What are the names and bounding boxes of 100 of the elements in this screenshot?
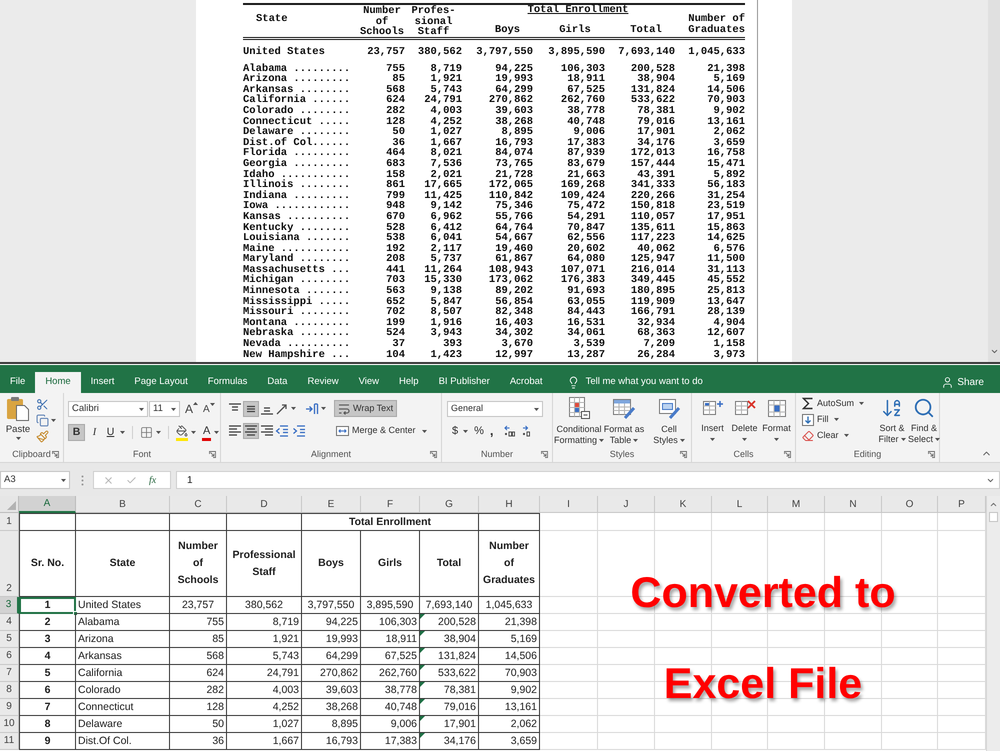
dialog-launcher-icon[interactable]: [784, 451, 791, 458]
font-color-button[interactable]: A: [202, 424, 212, 440]
dialog-launcher-icon[interactable]: [541, 451, 548, 458]
column-heading-cell[interactable]: Total: [420, 531, 479, 597]
table-cell[interactable]: 200,528: [420, 614, 479, 631]
chevron-up-icon[interactable]: [989, 500, 998, 509]
ribbon-tab[interactable]: Acrobat: [500, 372, 553, 393]
table-cell[interactable]: 624: [170, 665, 227, 682]
diagonal-arrow-icon[interactable]: [275, 402, 289, 416]
table-cell[interactable]: 7: [19, 699, 76, 716]
table-cell[interactable]: 4: [19, 648, 76, 665]
table-cell[interactable]: 262,760: [361, 665, 420, 682]
ribbon-tab[interactable]: Insert: [80, 372, 124, 393]
row-header[interactable]: 4: [0, 614, 19, 631]
paste-button[interactable]: Paste: [3, 396, 33, 447]
ribbon-button[interactable]: Conditional Formatting: [557, 396, 601, 447]
table-cell[interactable]: Arkansas: [76, 648, 170, 665]
ribbon-tab[interactable]: File: [0, 372, 36, 393]
dialog-launcher-icon[interactable]: [680, 451, 687, 458]
table-cell[interactable]: 39,603: [302, 682, 361, 699]
error-indicator-icon[interactable]: [420, 614, 425, 619]
check-icon[interactable]: [126, 474, 137, 486]
ribbon-button[interactable]: Format: [761, 397, 792, 447]
indent-icon[interactable]: [292, 424, 306, 438]
table-cell[interactable]: 1,921: [227, 631, 302, 648]
fill-handle[interactable]: [73, 611, 78, 616]
decrease-decimal-icon[interactable]: [522, 425, 533, 437]
column-header[interactable]: M: [768, 496, 825, 513]
table-cell[interactable]: Delaware: [76, 716, 170, 733]
font-size-dropdown[interactable]: 11: [149, 401, 180, 417]
ribbon-button[interactable]: Clear: [802, 429, 876, 442]
column-header[interactable]: F: [361, 496, 420, 513]
table-cell[interactable]: 1: [19, 597, 76, 614]
dialog-launcher-icon[interactable]: [52, 451, 59, 458]
table-cell[interactable]: 24,791: [227, 665, 302, 682]
row-header[interactable]: 7: [0, 665, 19, 682]
table-cell[interactable]: 6: [19, 682, 76, 699]
table-cell[interactable]: 9: [19, 733, 76, 750]
error-indicator-icon[interactable]: [420, 733, 425, 738]
formula-input[interactable]: 1: [176, 471, 1000, 489]
table-cell[interactable]: 8,895: [302, 716, 361, 733]
merged-cell[interactable]: Total Enrollment: [302, 513, 479, 531]
row-header[interactable]: 2: [0, 531, 19, 597]
ribbon-button[interactable]: Delete: [729, 397, 760, 447]
error-indicator-icon[interactable]: [420, 631, 425, 636]
vertical-align-button[interactable]: [243, 400, 259, 416]
column-header[interactable]: B: [76, 496, 170, 513]
error-indicator-icon[interactable]: [420, 716, 425, 721]
ribbon-tab[interactable]: Data: [257, 372, 298, 393]
scrollbar-thumb[interactable]: [989, 512, 998, 522]
empty-cell[interactable]: [76, 513, 170, 531]
error-indicator-icon[interactable]: [420, 699, 425, 704]
table-cell[interactable]: 67,525: [361, 648, 420, 665]
table-cell[interactable]: 38,268: [302, 699, 361, 716]
column-header[interactable]: E: [302, 496, 361, 513]
ribbon-button[interactable]: Insert: [697, 397, 728, 447]
dialog-launcher-icon[interactable]: [430, 451, 437, 458]
table-cell[interactable]: 7,693,140: [420, 597, 479, 614]
table-cell[interactable]: 38,778: [361, 682, 420, 699]
table-cell[interactable]: 34,176: [420, 733, 479, 750]
column-header[interactable]: N: [825, 496, 882, 513]
table-cell[interactable]: 38,904: [420, 631, 479, 648]
ribbon-tab[interactable]: Formulas: [198, 372, 258, 393]
column-heading-cell[interactable]: Girls: [361, 531, 420, 597]
table-cell[interactable]: 8: [19, 716, 76, 733]
name-box[interactable]: A3: [0, 471, 70, 489]
table-cell[interactable]: 5: [19, 665, 76, 682]
grow-font-button[interactable]: A: [185, 402, 198, 416]
empty-cell[interactable]: [170, 513, 227, 531]
row-header[interactable]: 11: [0, 733, 19, 750]
table-cell[interactable]: 19,993: [302, 631, 361, 648]
table-cell[interactable]: 131,824: [420, 648, 479, 665]
error-indicator-icon[interactable]: [420, 648, 425, 653]
scissors-icon[interactable]: [36, 398, 49, 410]
column-header[interactable]: G: [420, 496, 479, 513]
table-cell[interactable]: 79,016: [420, 699, 479, 716]
table-cell[interactable]: 755: [170, 614, 227, 631]
comma-style-button[interactable]: ,: [490, 424, 494, 438]
underline-button[interactable]: U: [104, 424, 117, 441]
table-cell[interactable]: 50: [170, 716, 227, 733]
table-cell[interactable]: 64,299: [302, 648, 361, 665]
column-header[interactable]: O: [882, 496, 938, 513]
row-header[interactable]: 10: [0, 716, 19, 733]
share-button[interactable]: Share: [941, 372, 984, 393]
table-cell[interactable]: 36: [170, 733, 227, 750]
table-cell[interactable]: 16,793: [302, 733, 361, 750]
row-header[interactable]: 1: [0, 513, 19, 531]
column-header[interactable]: P: [938, 496, 986, 513]
number-format-dropdown[interactable]: General: [447, 401, 543, 417]
fill-color-button[interactable]: [176, 424, 188, 440]
row-header[interactable]: 5: [0, 631, 19, 648]
table-cell[interactable]: 3: [19, 631, 76, 648]
table-cell[interactable]: 4,252: [227, 699, 302, 716]
table-cell[interactable]: Dist.Of Col.: [76, 733, 170, 750]
table-cell[interactable]: 2: [19, 614, 76, 631]
wrap-text-button[interactable]: Wrap Text: [334, 400, 398, 417]
column-header[interactable]: D: [227, 496, 302, 513]
table-cell[interactable]: United States: [76, 597, 170, 614]
table-cell[interactable]: 5,743: [227, 648, 302, 665]
horizontal-align-button[interactable]: [243, 423, 259, 439]
